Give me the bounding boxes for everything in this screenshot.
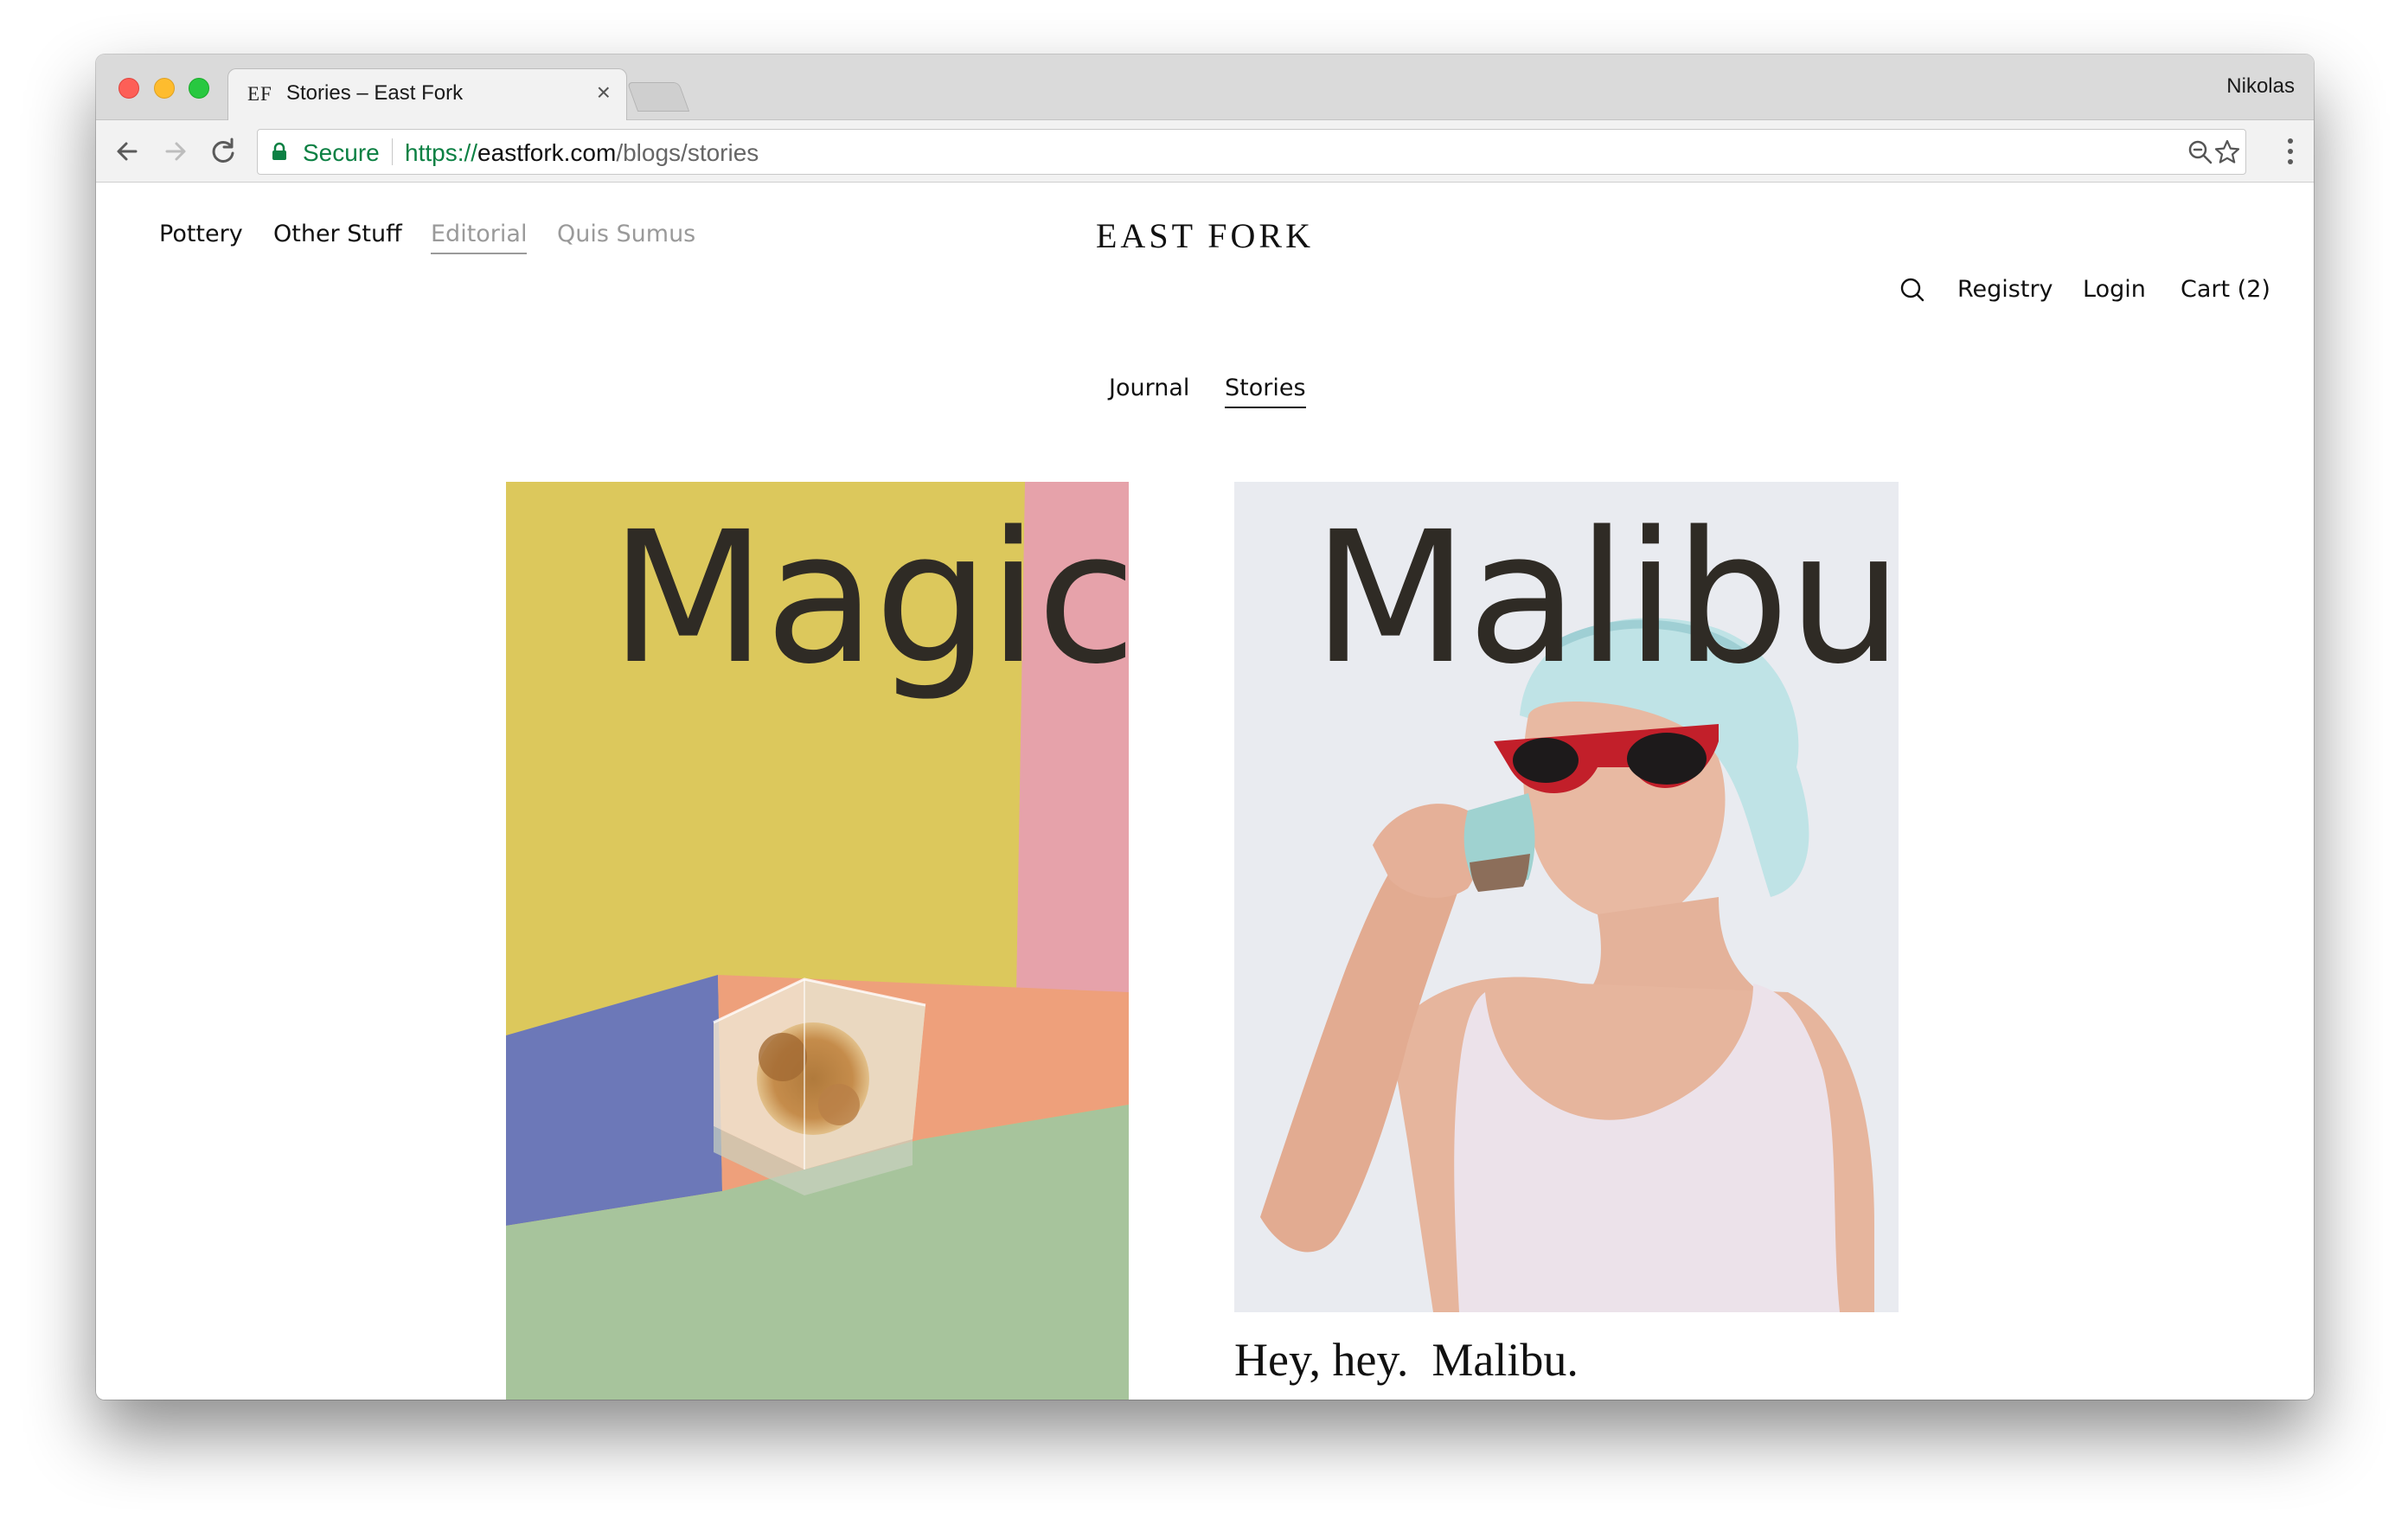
close-window-button[interactable] bbox=[118, 78, 139, 99]
tab-close-icon[interactable]: × bbox=[597, 80, 611, 105]
url-path: /blogs/stories bbox=[616, 139, 759, 166]
subnav-journal[interactable]: Journal bbox=[1109, 375, 1189, 401]
story-malibu-caption[interactable]: Hey, hey. Malibu. bbox=[1234, 1333, 1579, 1387]
new-tab-button[interactable] bbox=[626, 82, 690, 112]
profile-name[interactable]: Nikolas bbox=[2226, 74, 2295, 99]
browser-window: EF Stories – East Fork × Nikolas Secure … bbox=[96, 54, 2314, 1400]
subnav-stories[interactable]: Stories bbox=[1225, 375, 1306, 408]
zoom-icon[interactable] bbox=[2186, 138, 2215, 167]
tab-strip: EF Stories – East Fork × Nikolas bbox=[96, 54, 2314, 121]
secure-label: Secure bbox=[303, 139, 380, 166]
story-magic-title: Magic bbox=[610, 492, 1129, 704]
minimize-window-button[interactable] bbox=[154, 78, 175, 99]
site-logo[interactable]: EAST FORK bbox=[96, 215, 2314, 256]
page-content: Pottery Other Stuff Editorial Quis Sumus… bbox=[96, 183, 2314, 1400]
address-divider bbox=[392, 138, 393, 165]
nav-cart[interactable]: Cart (2) bbox=[2181, 276, 2270, 303]
tab-favicon: EF bbox=[247, 83, 272, 105]
back-icon[interactable] bbox=[110, 134, 144, 169]
tab-title: Stories – East Fork bbox=[286, 81, 464, 105]
url-scheme: https:// bbox=[405, 139, 478, 166]
address-bar[interactable]: Secure https://eastfork.com/blogs/storie… bbox=[257, 129, 2246, 175]
nav-registry[interactable]: Registry bbox=[1957, 276, 2053, 303]
url-host: eastfork.com bbox=[477, 139, 617, 166]
nav-login[interactable]: Login bbox=[2083, 276, 2146, 303]
tab-active[interactable]: EF Stories – East Fork × bbox=[227, 68, 627, 121]
browser-toolbar: Secure https://eastfork.com/blogs/storie… bbox=[96, 120, 2314, 183]
forward-icon[interactable] bbox=[158, 134, 193, 169]
menu-dots-icon[interactable] bbox=[2286, 134, 2295, 169]
bookmark-star-icon[interactable] bbox=[2213, 138, 2242, 167]
zoom-window-button[interactable] bbox=[189, 78, 209, 99]
reload-icon[interactable] bbox=[206, 134, 240, 169]
story-malibu-title: Malibu bbox=[1312, 492, 1899, 704]
story-magic-cover[interactable]: Magic bbox=[506, 482, 1129, 1400]
url-text[interactable]: https://eastfork.com/blogs/stories bbox=[405, 139, 759, 167]
search-icon[interactable] bbox=[1899, 276, 1926, 304]
story-malibu-cover[interactable]: Malibu bbox=[1234, 482, 1899, 1312]
lock-icon bbox=[272, 142, 286, 160]
